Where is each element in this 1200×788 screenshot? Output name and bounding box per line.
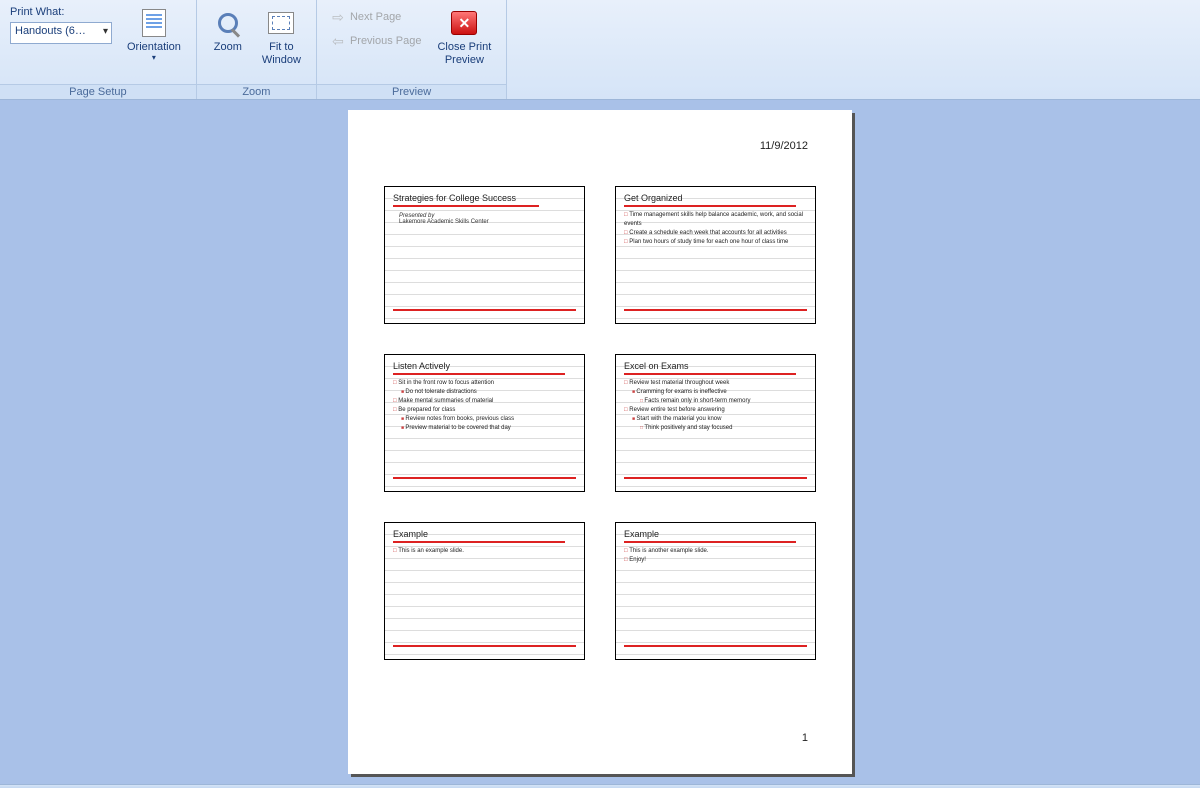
slide-bullet: Create a schedule each week that account… [624, 229, 807, 238]
bottom-underline [624, 645, 807, 647]
handout-page: 11/9/2012 Strategies for College Success… [348, 110, 852, 774]
slide-bullet: Start with the material you know [624, 415, 807, 424]
page-date: 11/9/2012 [760, 140, 808, 152]
print-what-label: Print What: [10, 6, 112, 18]
slide-bullet: Sit in the front row to focus attention [393, 379, 576, 388]
fit-to-window-button[interactable]: Fit to Window [253, 2, 310, 71]
slide-bullet: Plan two hours of study time for each on… [624, 238, 807, 247]
group-preview: ⇨ Next Page ⇦ Previous Page ✕ Close Prin… [317, 0, 507, 99]
title-underline [393, 541, 565, 543]
slide-title: Example [393, 529, 576, 539]
group-zoom: Zoom Fit to Window Zoom [197, 0, 317, 99]
previous-page-label: Previous Page [350, 35, 422, 47]
next-page-button[interactable]: ⇨ Next Page [323, 6, 429, 28]
slide-title: Get Organized [624, 193, 807, 203]
slide-title: Excel on Exams [624, 361, 807, 371]
group-label-page-setup: Page Setup [0, 84, 196, 99]
group-label-preview: Preview [317, 84, 506, 99]
fit-to-window-label: Fit to Window [262, 41, 301, 66]
preview-canvas: 11/9/2012 Strategies for College Success… [0, 100, 1200, 788]
slide-bullet: This is an example slide. [393, 547, 576, 556]
slide-bullet: Preview material to be covered that day [393, 424, 576, 433]
slide-thumbnail: Example This is another example slide.Enj… [615, 522, 816, 660]
slide-bullet: Time management skills help balance acad… [624, 211, 807, 229]
slide-bullet: Cramming for exams is ineffective [624, 388, 807, 397]
zoom-label: Zoom [214, 41, 242, 54]
slide-bullet: Think positively and stay focused [624, 424, 807, 433]
print-what-container: Print What: Handouts (6… [6, 2, 118, 44]
previous-page-button[interactable]: ⇦ Previous Page [323, 30, 429, 52]
slide-bullet: This is another example slide. [624, 547, 807, 556]
slide-body: This is another example slide.Enjoy! [624, 547, 807, 565]
slide-bullet: Review entire test before answering [624, 406, 807, 415]
page-number: 1 [802, 732, 808, 744]
orientation-button[interactable]: Orientation ▾ [118, 2, 190, 67]
slide-thumbnail: Listen Actively Sit in the front row to f… [384, 354, 585, 492]
close-print-preview-button[interactable]: ✕ Close Print Preview [428, 2, 500, 71]
slide-bullet: Enjoy! [624, 556, 807, 565]
group-page-setup: Print What: Handouts (6… Orientation ▾ P… [0, 0, 197, 99]
ribbon: Print What: Handouts (6… Orientation ▾ P… [0, 0, 1200, 100]
bottom-underline [393, 309, 576, 311]
slide-bullet: Do not tolerate distractions [393, 388, 576, 397]
title-underline [624, 541, 796, 543]
slide-grid: Strategies for College SuccessPresented … [384, 186, 816, 660]
close-icon: ✕ [448, 7, 480, 39]
zoom-button[interactable]: Zoom [203, 2, 253, 59]
title-underline [393, 205, 539, 207]
print-what-combo[interactable]: Handouts (6… [10, 22, 112, 44]
slide-title: Listen Actively [393, 361, 576, 371]
slide-bullet: Facts remain only in short-term memory [624, 397, 807, 406]
close-preview-label: Close Print Preview [437, 41, 491, 66]
slide-thumbnail: Example This is an example slide. [384, 522, 585, 660]
bottom-underline [393, 645, 576, 647]
slide-thumbnail: Strategies for College SuccessPresented … [384, 186, 585, 324]
slide-title: Strategies for College Success [393, 193, 576, 203]
slide-body: Time management skills help balance acad… [624, 211, 807, 247]
orientation-icon [138, 7, 170, 39]
slide-thumbnail: Excel on Exams Review test material throu… [615, 354, 816, 492]
magnifier-icon [212, 7, 244, 39]
fit-window-icon [265, 7, 297, 39]
slide-bullet: Review notes from books, previous class [393, 415, 576, 424]
status-bar [0, 784, 1200, 788]
next-page-label: Next Page [350, 11, 401, 23]
bottom-underline [393, 477, 576, 479]
slide-bullet: Review test material throughout week [624, 379, 807, 388]
slide-subtitle: Lakemore Academic Skills Center [393, 219, 576, 225]
chevron-down-icon: ▾ [152, 53, 156, 62]
bottom-underline [624, 477, 807, 479]
slide-body: Sit in the front row to focus attentionD… [393, 379, 576, 433]
arrow-left-icon: ⇦ [330, 33, 346, 49]
bottom-underline [624, 309, 807, 311]
group-label-zoom: Zoom [197, 84, 316, 99]
slide-thumbnail: Get Organized Time management skills help… [615, 186, 816, 324]
title-underline [624, 373, 796, 375]
arrow-right-icon: ⇨ [330, 9, 346, 25]
slide-title: Example [624, 529, 807, 539]
slide-bullet: Be prepared for class [393, 406, 576, 415]
slide-body: Review test material throughout weekCram… [624, 379, 807, 433]
page-nav-col: ⇨ Next Page ⇦ Previous Page [323, 2, 429, 52]
title-underline [393, 373, 565, 375]
title-underline [624, 205, 796, 207]
slide-body: This is an example slide. [393, 547, 576, 556]
slide-bullet: Make mental summaries of material [393, 397, 576, 406]
